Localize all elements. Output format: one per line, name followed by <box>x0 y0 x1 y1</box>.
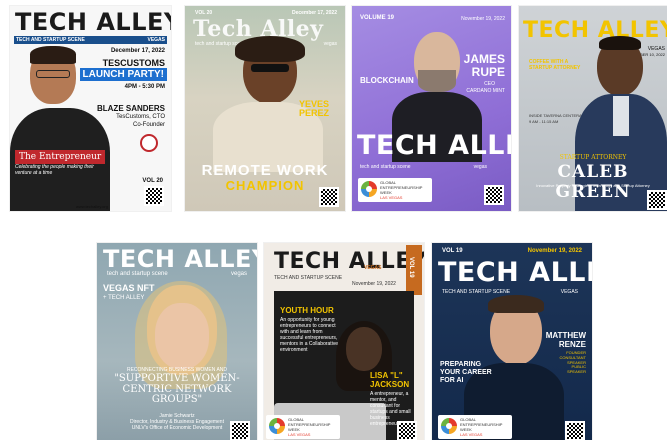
event-time: 4PM - 5:30 PM <box>124 84 165 90</box>
magazine-cover-remote-work[interactable]: VOL 20 December 17, 2022 Tech Alley tech… <box>185 6 345 211</box>
person-role: FOUNDER CONSULTANT SPEAKER PUBLIC SPEAKE… <box>559 350 586 375</box>
volume-label: VOL 19 <box>408 257 414 278</box>
headline-launch-party: LAUNCH PARTY! <box>79 68 167 81</box>
gew-logo: GLOBAL ENTREPRENEURSHIP WEEK LAS VEGAS <box>266 415 340 439</box>
person-company: CARDANO MINT <box>466 88 505 94</box>
gew-line-4: LAS VEGAS <box>460 432 483 437</box>
person-last-name: RUPE <box>471 65 505 79</box>
person-photo <box>392 32 482 162</box>
section-label: BLOCKCHAIN <box>360 76 414 85</box>
qr-code-icon <box>647 190 667 210</box>
event-time: 9 AM - 11:15 AM <box>529 119 559 124</box>
person-first-name: MATTHEW <box>545 331 586 340</box>
person-role-2: Co-Founder <box>132 122 165 128</box>
person-last-name: RENZE <box>558 340 586 349</box>
person-role: CEO <box>484 81 495 87</box>
qr-code-icon <box>565 421 585 440</box>
cover-city: vegas <box>323 41 337 47</box>
magazine-cover-caleb-green[interactable]: TECH ALLEY VEGAS SEPTEMBER 10, 2022 COFF… <box>519 6 667 211</box>
cover-date: December 17, 2022 <box>110 48 165 54</box>
qr-code-icon <box>144 186 164 206</box>
section-label: YOUTH HOUR <box>280 306 334 315</box>
cover-brand: TECH ALLEY <box>103 245 257 273</box>
headline-your-career: YOUR CAREER <box>440 369 492 376</box>
headline-preparing: PREPARING <box>440 361 482 368</box>
section-label: VEGAS NFT <box>103 283 155 293</box>
cover-brand: TECH ALLEY <box>357 130 511 161</box>
headline-for-ai: FOR AI <box>440 377 464 384</box>
gew-logo: GLOBAL ENTREPRENEURSHIP WEEK LAS VEGAS <box>438 415 512 439</box>
magazine-cover-youth-hour[interactable]: TECH ALLEY VOL 19 TECH AND STARTUP SCENE… <box>264 243 424 440</box>
power-icon <box>140 134 158 152</box>
qr-code-icon <box>230 421 250 440</box>
cover-city: vegas <box>473 164 487 170</box>
cover-city: vegas <box>230 271 247 277</box>
volume-label: VOLUME 19 <box>360 15 395 21</box>
person-name: LISA "L" <box>370 371 403 380</box>
gew-line-4: LAS VEGAS <box>380 195 403 200</box>
person-role: TesCustoms, CTO <box>116 114 165 120</box>
cover-date: November 19, 2022 <box>461 16 505 22</box>
section-label-2: + TECH ALLEY <box>103 295 145 301</box>
cover-tagline: tech and startup scene <box>107 271 168 277</box>
section-blurb: An opportunity for young entrepreneurs t… <box>280 317 339 353</box>
person-name: CALEB GREEN <box>555 162 631 202</box>
website-url: www.techalley.org <box>76 204 108 209</box>
volume-label: VOL 20 <box>142 178 163 184</box>
gew-logo-icon <box>361 181 377 197</box>
gew-line-4: LAS VEGAS <box>288 432 311 437</box>
gew-logo: GLOBAL ENTREPRENEURSHIP WEEK LAS VEGAS <box>358 178 432 202</box>
qr-code-icon <box>484 185 504 205</box>
tagline-bar: TECH AND STARTUP SCENE VEGAS <box>14 36 167 44</box>
gew-logo-icon <box>269 418 285 434</box>
cover-tagline: TECH AND STARTUP SCENE <box>16 37 85 43</box>
volume-side-bar: VOL 19 <box>406 245 422 295</box>
section-label: COFFEE WITH A STARTUP ATTORNEY <box>529 59 581 71</box>
headline-tescustoms: TESCUSTOMS <box>102 58 165 68</box>
magazine-cover-james-rupe[interactable]: VOLUME 19 November 19, 2022 JAMES RUPE C… <box>352 6 511 211</box>
person-name: YEVES PEREZ <box>299 99 330 118</box>
section-banner: The Entrepreneur <box>15 150 106 164</box>
footer-text: Innovative Property Strategies, Technolo… <box>536 183 650 188</box>
volume-label: VOL 19 <box>442 248 463 254</box>
cover-brand: TECH ALLEY <box>438 257 592 288</box>
magazine-cover-matthew-renze[interactable]: VOL 19 November 19, 2022 TECH ALLEY TECH… <box>432 243 592 440</box>
cover-date: November 19, 2022 <box>352 281 396 287</box>
cover-tagline: tech and startup scene <box>360 164 411 170</box>
person-first-name: JAMES <box>463 52 505 66</box>
headline-remote-work: REMOTE WORK <box>201 162 329 179</box>
cover-tagline: TECH AND STARTUP SCENE <box>274 275 343 281</box>
startup-attorney-kicker: STARTUP ATTORNEY <box>559 154 627 161</box>
cover-brand: TECH ALLEY <box>15 8 171 36</box>
qr-code-icon <box>397 421 417 440</box>
cover-date: November 19, 2022 <box>527 248 582 254</box>
cover-brand: TECH ALLEY <box>274 249 424 274</box>
cover-city: VEGAS <box>147 37 165 43</box>
headline: "SUPPORTIVE WOMEN-CENTRIC NETWORK GROUPS… <box>114 373 240 405</box>
magazine-cover-tescustoms[interactable]: TECH ALLEY TECH AND STARTUP SCENE VEGAS … <box>10 6 171 211</box>
person-name-2: JACKSON <box>370 380 410 389</box>
magazine-cover-supportive-women[interactable]: TECH ALLEY tech and startup scene vegas … <box>97 243 257 440</box>
gew-logo-icon <box>441 418 457 434</box>
qr-code-icon <box>319 187 339 207</box>
person-name: BLAZE SANDERS <box>96 104 165 113</box>
section-quote: Celebrating the people making their vent… <box>15 164 94 176</box>
cover-city: VEGAS <box>364 265 382 271</box>
